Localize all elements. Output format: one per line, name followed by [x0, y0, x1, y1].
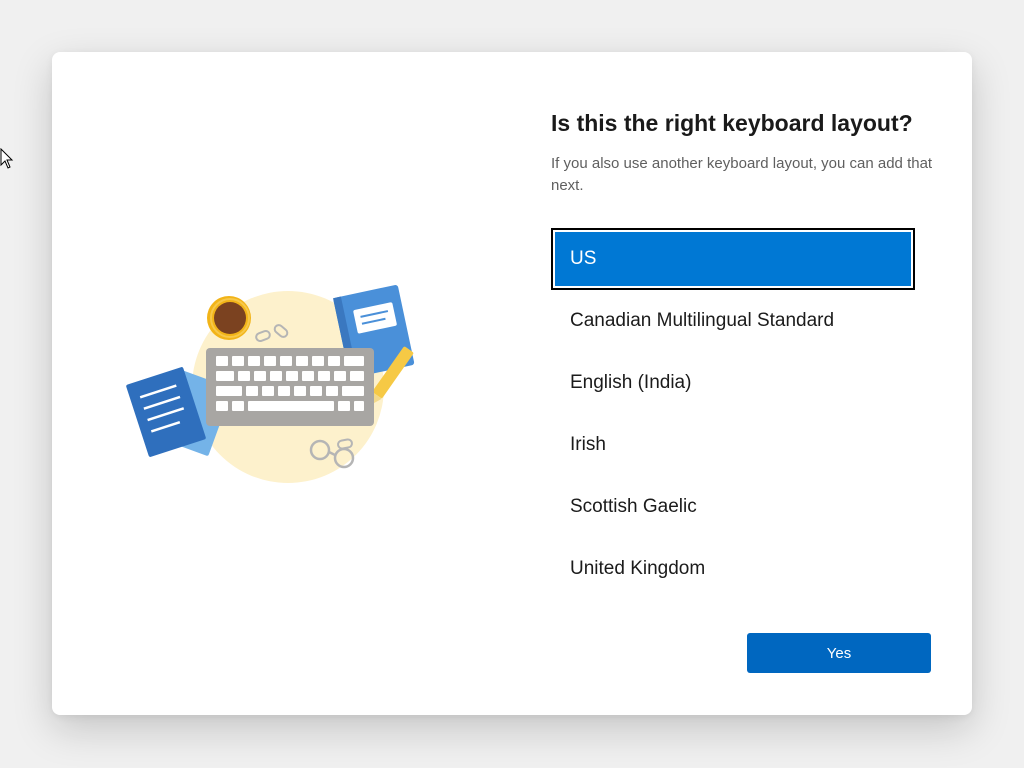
page-title: Is this the right keyboard layout?	[551, 110, 913, 136]
layout-item-canadian-multilingual-standard[interactable]: Canadian Multilingual Standard	[551, 290, 915, 352]
layout-item-english-india[interactable]: English (India)	[551, 352, 915, 414]
page-subtitle: If you also use another keyboard layout,…	[551, 155, 933, 194]
layout-item-united-kingdom[interactable]: United Kingdom	[551, 538, 915, 600]
setup-dialog: Is this the right keyboard layout? If yo…	[52, 52, 972, 715]
layout-item-us[interactable]: US	[551, 228, 915, 290]
mouse-pointer-icon	[0, 148, 14, 169]
keyboard-desk-illustration	[126, 285, 415, 483]
layout-item-irish[interactable]: Irish	[551, 414, 915, 476]
keyboard-layout-list: US Canadian Multilingual Standard Englis…	[551, 228, 915, 600]
yes-button[interactable]: Yes	[747, 633, 931, 673]
layout-item-scottish-gaelic[interactable]: Scottish Gaelic	[551, 476, 915, 538]
